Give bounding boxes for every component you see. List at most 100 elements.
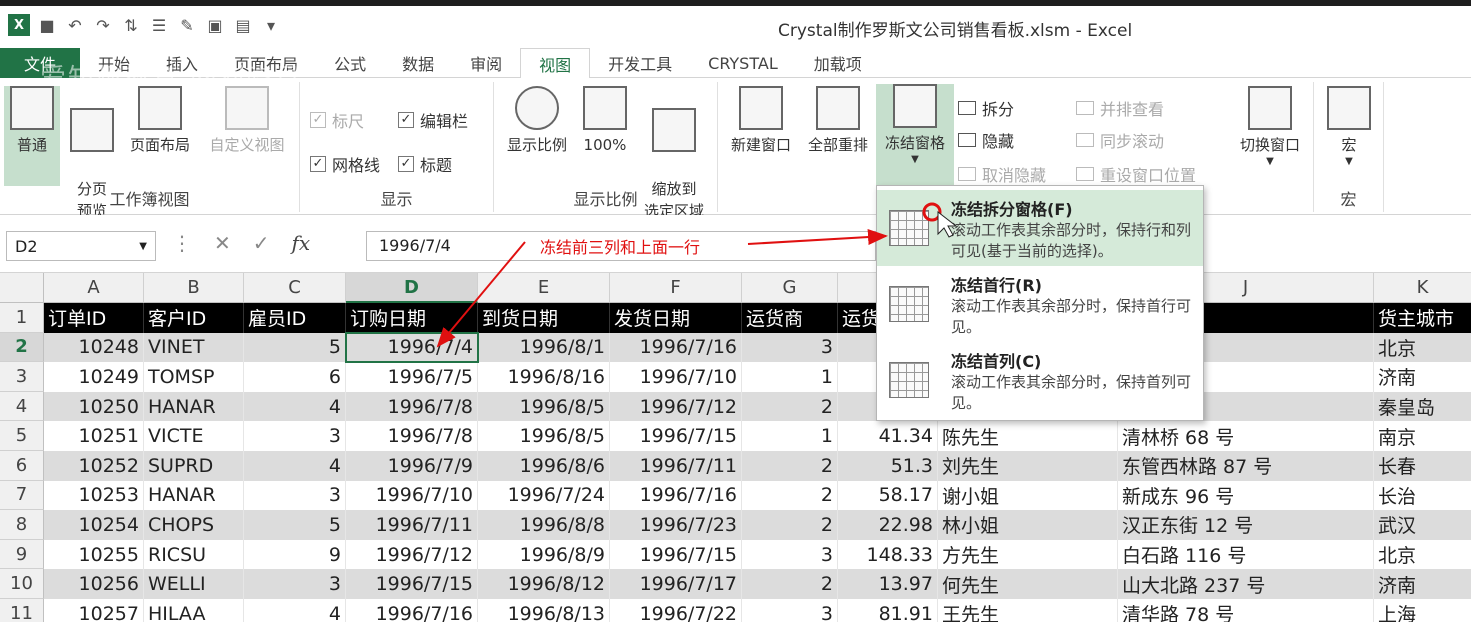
column-header[interactable]: E [478,273,610,303]
customize-qat-icon[interactable]: ▾ [260,14,282,36]
tab-data[interactable]: 数据 [384,48,452,78]
cell[interactable]: 1996/8/5 [478,391,610,422]
cell[interactable]: 武汉 [1374,510,1471,540]
cell[interactable]: 1996/8/13 [478,599,610,622]
cell[interactable]: 10255 [44,539,144,570]
insert-function-icon[interactable]: fx [292,231,311,255]
cell[interactable]: 4 [244,391,346,422]
cell[interactable]: 林小姐 [938,510,1118,540]
cell[interactable]: 到货日期 [478,303,610,333]
cell[interactable]: 10248 [44,332,144,363]
menu-item-freeze-first-column[interactable]: 冻结首列(C) 滚动工作表其余部分时，保持首列可见。 [877,342,1203,418]
cell[interactable]: 1996/7/15 [610,421,742,451]
cell[interactable]: 13.97 [838,569,938,599]
cell[interactable]: 谢小姐 [938,480,1118,511]
cell[interactable]: 1996/7/5 [346,362,478,392]
cell[interactable]: 1996/7/24 [478,480,610,511]
worksheet-grid[interactable]: ABCDEFGHIJK 1订单ID客户ID雇员ID订购日期到货日期发货日期运货商… [0,273,1471,622]
cell[interactable]: 发货日期 [610,303,742,333]
cell[interactable]: 1996/8/9 [478,539,610,570]
name-box[interactable]: D2 ▼ [6,231,156,261]
cell[interactable]: 1996/7/10 [346,480,478,511]
cell[interactable]: 1996/7/16 [610,332,742,363]
row-header[interactable]: 2 [0,332,44,363]
cell[interactable]: 1996/8/16 [478,362,610,392]
cell[interactable]: 白石路 116 号 [1118,539,1374,570]
new-window-button[interactable]: 新建窗口 [722,86,800,156]
cell[interactable]: 1996/7/23 [610,510,742,540]
row-header[interactable]: 4 [0,391,44,422]
filter-icon[interactable]: ☰ [148,14,170,36]
select-all-corner[interactable] [0,273,44,303]
cell[interactable]: 长治 [1374,481,1471,511]
cell[interactable]: 陈先生 [938,421,1118,451]
tab-view[interactable]: 视图 [520,48,591,79]
cell[interactable]: 4 [244,599,346,622]
zoom-100-button[interactable]: 100% [580,86,630,156]
redo-icon[interactable]: ↷ [92,14,114,36]
cell[interactable]: 1996/7/12 [610,391,742,422]
cell[interactable]: 1996/8/6 [478,451,610,481]
tab-review[interactable]: 审阅 [452,48,520,78]
cell[interactable]: 10253 [44,480,144,511]
column-header[interactable]: G [742,273,838,303]
page-layout-view-button[interactable]: 页面布局 [122,86,198,156]
zoom-button[interactable]: 显示比例 [498,86,576,156]
cell[interactable]: 北京 [1374,540,1471,570]
gridlines-checkbox[interactable]: ✓ 网格线 [310,152,380,176]
hide-button[interactable]: 隐藏 [958,128,1014,152]
undo-icon[interactable]: ↶ [64,14,86,36]
cell[interactable]: 订单ID [44,303,144,333]
cell[interactable]: 3 [742,539,838,570]
cell[interactable]: TOMSP [144,362,244,392]
cell[interactable]: 3 [244,569,346,599]
cell[interactable]: 南京 [1374,421,1471,451]
folder-icon[interactable]: ▣ [204,14,226,36]
cell[interactable]: 新成东 96 号 [1118,480,1374,511]
cell[interactable]: 1996/7/15 [346,569,478,599]
tab-page-layout[interactable]: 页面布局 [216,48,316,78]
cell[interactable]: 汉正东街 12 号 [1118,510,1374,540]
cell[interactable]: 济南 [1374,362,1471,392]
cell[interactable]: 1 [742,421,838,451]
comment-icon[interactable]: ✎ [176,14,198,36]
cell[interactable]: HANAR [144,391,244,422]
cell[interactable]: 1996/7/15 [610,539,742,570]
column-header[interactable]: C [244,273,346,303]
cell[interactable]: 1996/7/17 [610,569,742,599]
cell[interactable]: VICTE [144,421,244,451]
cell[interactable]: 4 [244,451,346,481]
cell[interactable]: 山大北路 237 号 [1118,569,1374,599]
column-header[interactable]: K [1374,273,1471,303]
cell[interactable]: 5 [244,510,346,540]
enter-icon[interactable]: ✓ [253,231,270,255]
menu-item-freeze-panes[interactable]: 冻结拆分窗格(F) 滚动工作表其余部分时，保持行和列可见(基于当前的选择)。 [877,190,1203,266]
unhide-button[interactable]: 取消隐藏 [958,162,1046,186]
cell[interactable]: 2 [742,510,838,540]
cell[interactable]: 10252 [44,451,144,481]
cell[interactable]: 10249 [44,362,144,392]
cell[interactable]: 订购日期 [346,303,478,333]
cell[interactable]: 1996/7/8 [346,391,478,422]
tab-home[interactable]: 开始 [80,48,148,78]
cell[interactable]: 长春 [1374,451,1471,481]
cell[interactable]: 148.33 [838,539,938,570]
tab-insert[interactable]: 插入 [148,48,216,78]
cell[interactable]: 刘先生 [938,451,1118,481]
ruler-checkbox[interactable]: ✓ 标尺 [310,108,364,132]
cell[interactable]: 1996/8/1 [478,332,610,363]
cell[interactable]: 10251 [44,421,144,451]
column-header[interactable]: B [144,273,244,303]
cell[interactable]: 1996/8/8 [478,510,610,540]
cell[interactable]: 货主城市 [1374,303,1471,333]
tab-formulas[interactable]: 公式 [316,48,384,78]
formula-bar-checkbox[interactable]: ✓ 编辑栏 [398,108,468,132]
cell[interactable]: 10254 [44,510,144,540]
cell[interactable]: 10250 [44,391,144,422]
cell[interactable]: 1996/7/11 [346,510,478,540]
side-by-side-button[interactable]: 并排查看 [1076,96,1164,120]
macros-button[interactable]: 宏 ▼ [1322,86,1376,168]
headings-checkbox[interactable]: ✓ 标题 [398,152,452,176]
cell[interactable]: WELLI [144,569,244,599]
column-header[interactable]: D [346,273,478,303]
